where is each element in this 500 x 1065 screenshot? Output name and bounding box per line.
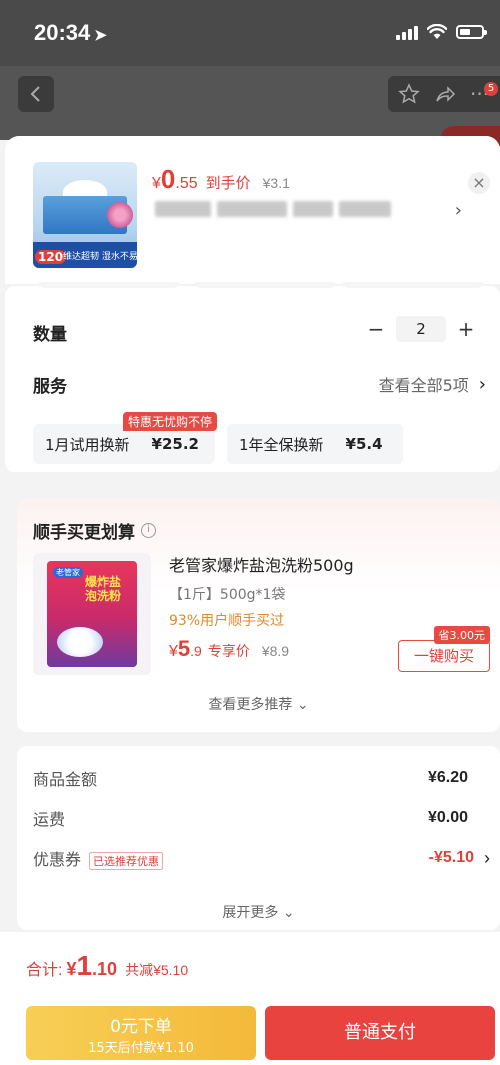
service-label: 服务 bbox=[33, 377, 67, 397]
options-card: 数量 − 2 + 服务 查看全部5项 › 1月试用换新 ¥25.2 特惠无忧购不… bbox=[5, 282, 500, 472]
header-actions: ··· 5 bbox=[388, 76, 500, 112]
wifi-icon bbox=[427, 24, 447, 40]
checkout-bar: 合计: ¥ 1 .10 共减¥5.10 0元下单 15天后付款¥1.10 普通支… bbox=[0, 932, 500, 1065]
product-sku-blurred bbox=[155, 201, 391, 221]
chevron-right-icon: › bbox=[478, 373, 486, 395]
notification-badge: 5 bbox=[484, 82, 498, 96]
purchase-sheet: 120 维达超韧 湿水不易破 ¥ 0 .55 到手价 ¥3.1 › × 数量 −… bbox=[5, 136, 500, 1065]
status-time: 20:34 ➤ bbox=[34, 20, 107, 45]
status-bar: 20:34 ➤ bbox=[0, 0, 500, 66]
chevron-right-icon[interactable]: › bbox=[455, 200, 462, 221]
upsell-product-name[interactable]: 老管家爆炸盐泡洗粉500g bbox=[169, 552, 354, 576]
location-icon: ➤ bbox=[94, 27, 107, 44]
quantity-label: 数量 bbox=[33, 325, 67, 345]
more-recommendations-link[interactable]: 查看更多推荐 ⌄ bbox=[17, 694, 500, 714]
chevron-right-icon: › bbox=[484, 847, 490, 868]
signal-icon bbox=[396, 24, 418, 40]
expand-more-link[interactable]: 展开更多 ⌄ bbox=[17, 902, 500, 922]
upsell-stat: 93%用户顺手买过 bbox=[169, 613, 285, 629]
minus-button[interactable]: − bbox=[366, 317, 386, 341]
quantity-stepper: − 2 + bbox=[366, 316, 476, 342]
pay-later-button[interactable]: 0元下单 15天后付款¥1.10 bbox=[26, 1006, 256, 1060]
summary-row-shipping: 运费 ¥0.00 bbox=[33, 809, 468, 829]
back-button[interactable] bbox=[18, 76, 54, 112]
product-price: ¥ 0 .55 到手价 ¥3.1 bbox=[152, 164, 290, 194]
sku-options-tail bbox=[5, 282, 500, 290]
service-option-warranty[interactable]: 1年全保换新 ¥5.4 bbox=[227, 424, 403, 464]
upsell-card: 顺手买更划算 i 老管家 爆炸盐 泡洗粉 老管家爆炸盐泡洗粉500g 【1斤】5… bbox=[17, 498, 500, 732]
upsell-price: ¥ 5 .9 专享价 ¥8.9 bbox=[169, 636, 290, 661]
upsell-title: 顺手买更划算 i bbox=[33, 518, 156, 543]
summary-row-coupon[interactable]: 优惠券 已选推荐优惠 -¥5.10 › bbox=[33, 846, 490, 870]
order-summary-card: 商品金额 ¥6.20 运费 ¥0.00 优惠券 已选推荐优惠 -¥5.10 › 展开… bbox=[17, 746, 500, 930]
upsell-product-image[interactable]: 老管家 爆炸盐 泡洗粉 bbox=[33, 553, 151, 675]
total-price: 合计: ¥ 1 .10 共减¥5.10 bbox=[26, 950, 189, 981]
one-click-buy-button[interactable]: 一键购买 bbox=[398, 640, 490, 672]
upsell-product-spec: 【1斤】500g*1袋 bbox=[169, 587, 286, 603]
summary-row-goods: 商品金额 ¥6.20 bbox=[33, 769, 468, 789]
close-icon[interactable]: × bbox=[468, 172, 490, 194]
chevron-left-icon bbox=[30, 86, 40, 102]
star-icon[interactable] bbox=[398, 83, 420, 105]
info-icon[interactable]: i bbox=[141, 523, 156, 538]
plus-button[interactable]: + bbox=[456, 317, 476, 341]
quantity-value[interactable]: 2 bbox=[396, 316, 446, 342]
share-icon[interactable] bbox=[434, 83, 456, 105]
total-saved: 共减¥5.10 bbox=[125, 962, 189, 978]
price-tag: 到手价 bbox=[205, 175, 251, 192]
coupon-tag: 已选推荐优惠 bbox=[89, 851, 164, 870]
original-price: ¥3.1 bbox=[262, 175, 290, 191]
status-indicators bbox=[396, 24, 487, 40]
service-promo-badge: 特惠无忧购不停 bbox=[123, 412, 218, 431]
battery-icon bbox=[456, 25, 487, 39]
service-view-all[interactable]: 查看全部5项 › bbox=[379, 372, 486, 396]
page-header-dimmed: ··· 5 bbox=[0, 66, 500, 146]
product-card: 120 维达超韧 湿水不易破 ¥ 0 .55 到手价 ¥3.1 › × bbox=[5, 136, 500, 284]
product-thumbnail: 120 维达超韧 湿水不易破 bbox=[33, 162, 137, 268]
pay-button[interactable]: 普通支付 bbox=[265, 1006, 495, 1060]
